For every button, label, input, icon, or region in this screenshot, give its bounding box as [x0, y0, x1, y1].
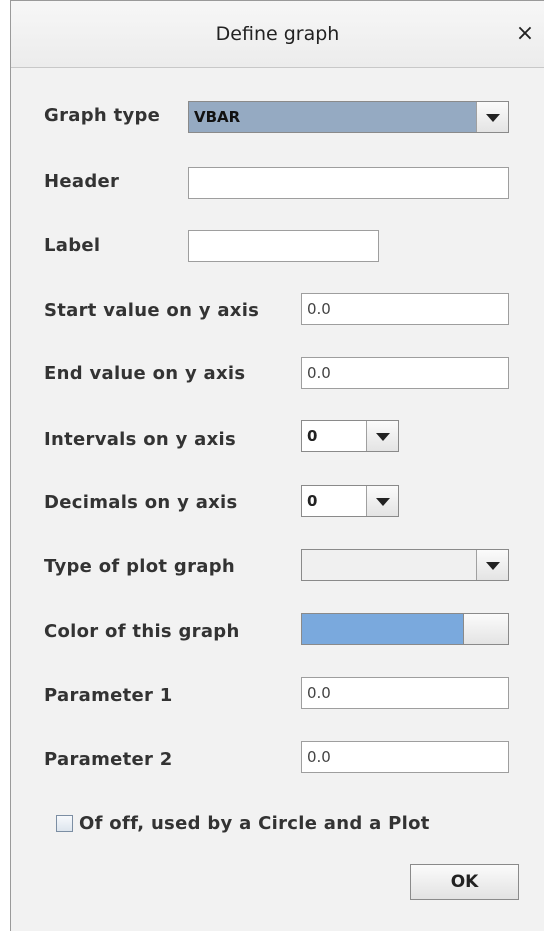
intervals-y-value: 0 [307, 427, 318, 445]
label-label: Label [44, 235, 101, 256]
parameter2-label: Parameter 2 [44, 749, 173, 770]
decimals-y-select[interactable]: 0 [301, 485, 399, 517]
parameter1-label: Parameter 1 [44, 685, 173, 706]
intervals-y-label: Intervals on y axis [44, 429, 237, 450]
end-y-label: End value on y axis [44, 363, 246, 384]
end-y-input[interactable]: 0.0 [301, 357, 509, 389]
circle-plot-checkbox[interactable] [56, 815, 73, 832]
intervals-y-select[interactable]: 0 [301, 420, 399, 452]
ok-button[interactable]: OK [410, 864, 519, 900]
color-label: Color of this graph [44, 621, 240, 642]
parameter1-input[interactable]: 0.0 [301, 677, 509, 709]
graph-type-label: Graph type [44, 105, 161, 126]
header-input[interactable] [188, 167, 509, 199]
dialog-title: Define graph [215, 23, 340, 45]
plot-type-select[interactable] [301, 549, 509, 581]
graph-type-select[interactable]: VBAR [188, 101, 509, 133]
label-input[interactable] [188, 230, 379, 262]
header-label: Header [44, 171, 120, 192]
decimals-y-value: 0 [307, 492, 318, 510]
close-icon[interactable]: × [512, 21, 538, 47]
color-swatch [301, 613, 464, 645]
chevron-down-icon[interactable] [476, 550, 508, 580]
decimals-y-label: Decimals on y axis [44, 492, 238, 513]
graph-type-value: VBAR [194, 108, 241, 126]
parameter2-input[interactable]: 0.0 [301, 741, 509, 773]
title-bar: Define graph × [11, 1, 544, 68]
chevron-down-icon[interactable] [476, 102, 508, 132]
start-y-input[interactable]: 0.0 [301, 293, 509, 325]
define-graph-dialog: Define graph × Graph type VBAR Header La… [10, 0, 544, 931]
circle-plot-checkbox-label[interactable]: Of off, used by a Circle and a Plot [79, 813, 430, 834]
start-y-label: Start value on y axis [44, 300, 260, 321]
plot-type-label: Type of plot graph [44, 556, 235, 577]
chevron-down-icon[interactable] [366, 486, 398, 516]
chevron-down-icon[interactable] [366, 421, 398, 451]
choose-color-button[interactable] [464, 613, 509, 645]
